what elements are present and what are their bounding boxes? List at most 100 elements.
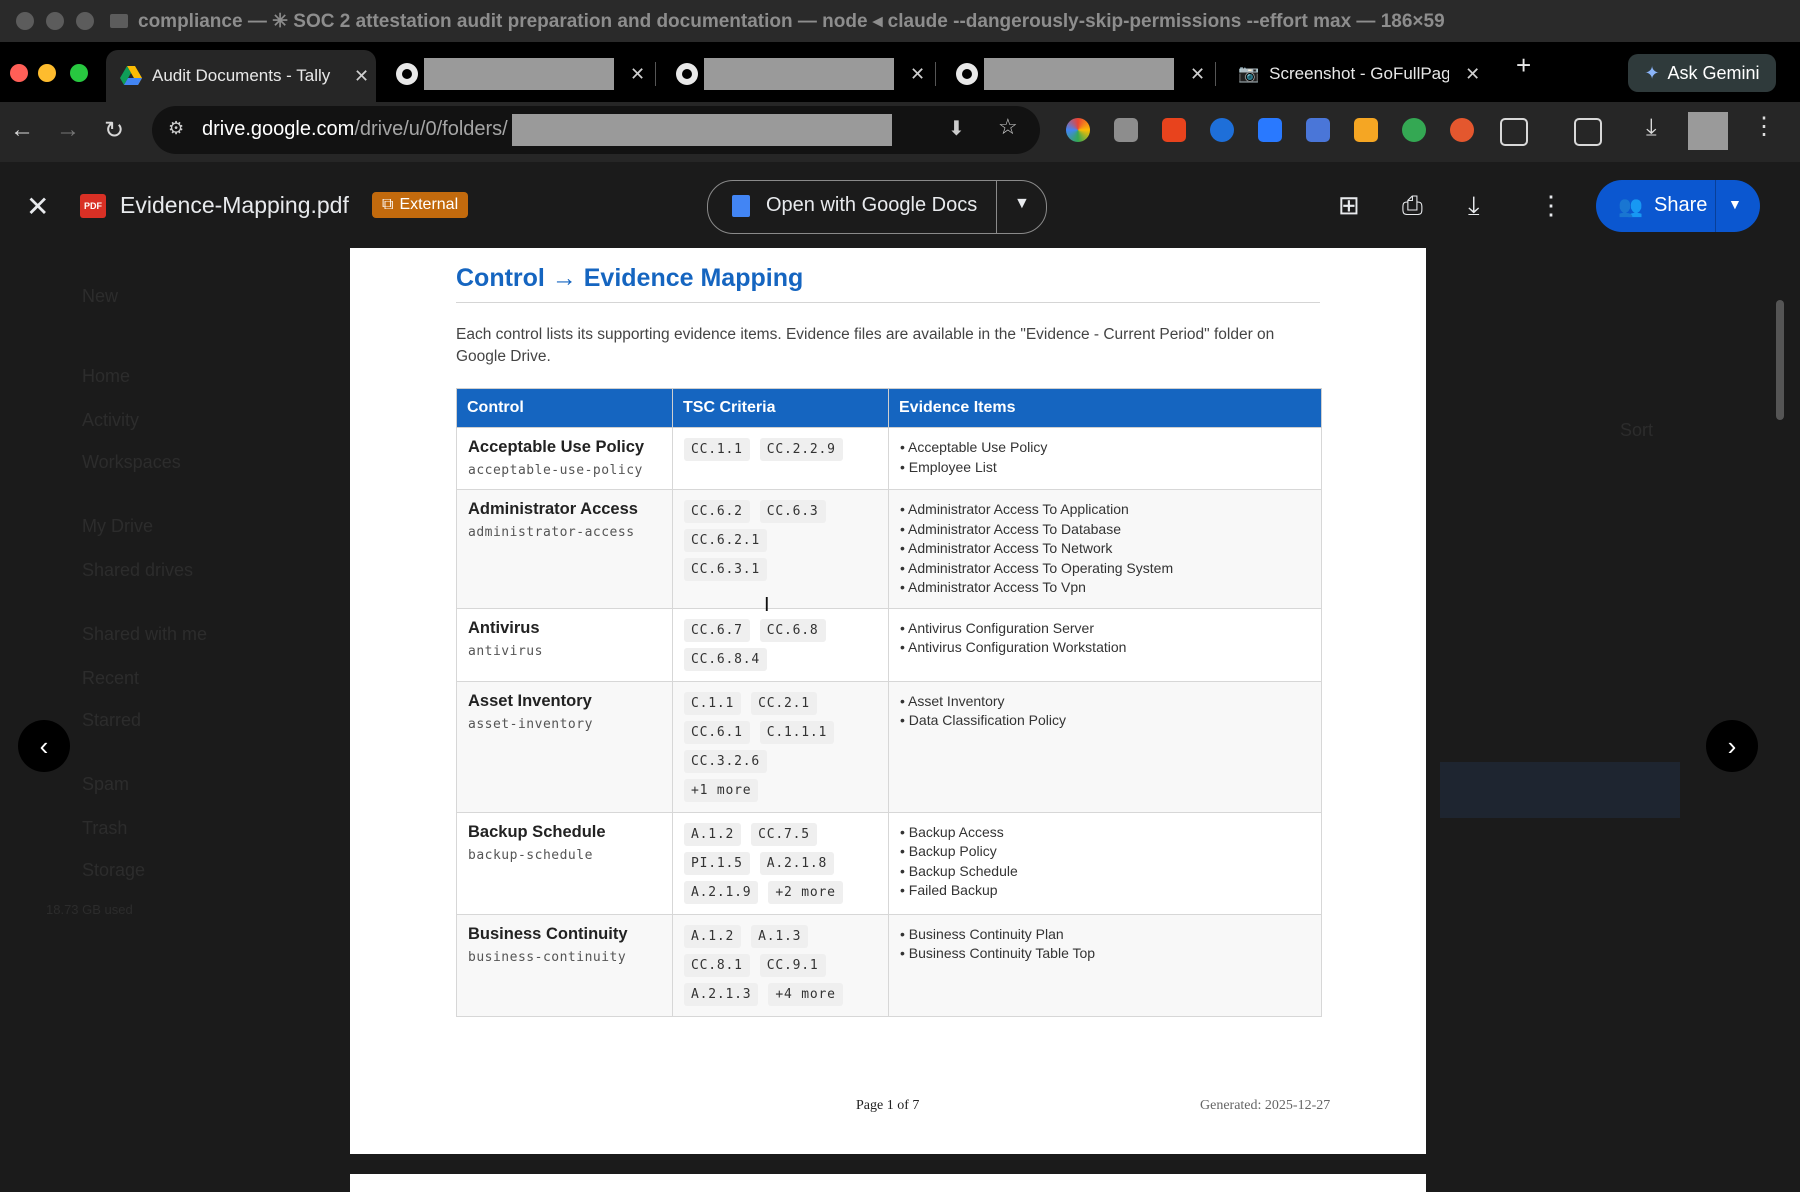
ask-gemini-button[interactable]: ✦ Ask Gemini: [1628, 54, 1776, 92]
close-tab-icon[interactable]: ✕: [1465, 64, 1480, 85]
evidence-cell: • Antivirus Configuration Server • Antivi…: [888, 607, 1322, 682]
scrollbar[interactable]: [1776, 300, 1784, 420]
document-title: Control → Evidence Mapping: [456, 264, 804, 292]
close-window-icon[interactable]: [10, 64, 28, 82]
tsc-chip: A.1.2: [684, 924, 742, 948]
control-cell: Acceptable Use Policy acceptable-use-poli…: [456, 427, 673, 490]
evidence-item: • Administrator Access To Network: [900, 540, 1113, 556]
tsc-chip: CC.6.1: [684, 720, 750, 744]
evidence-cell: • Asset Inventory • Data Classification P…: [888, 680, 1322, 813]
control-cell: Asset Inventory asset-inventory: [456, 680, 673, 813]
control-name: Asset Inventory: [468, 691, 592, 710]
tab-search-icon[interactable]: [1574, 118, 1602, 146]
forward-arrow-icon[interactable]: →: [56, 116, 80, 144]
drive-selected-row: [1440, 762, 1680, 818]
tsc-chip: A.1.3: [751, 924, 809, 948]
site-info-icon[interactable]: ⚙: [168, 118, 184, 139]
extension-bolt-icon[interactable]: [1258, 118, 1282, 142]
tab-audit-documents[interactable]: Audit Documents - Tally ✕: [106, 50, 376, 102]
tsc-chip: CC.2.1: [751, 691, 817, 715]
camera-icon: 📷: [1238, 64, 1260, 83]
tab-github-1[interactable]: ✕: [396, 50, 656, 98]
evidence-item: • Antivirus Configuration Server: [900, 619, 1095, 636]
close-tab-icon[interactable]: ✕: [1190, 64, 1205, 85]
evidence-item: • Data Classification Policy: [900, 712, 1066, 728]
tab-label: Screenshot - GoFullPag: [1269, 64, 1450, 83]
url-domain: drive.google.com: [202, 118, 355, 140]
close-tab-icon[interactable]: ✕: [910, 64, 925, 85]
external-badge-label: External: [399, 196, 459, 213]
evidence-item: • Asset Inventory: [900, 692, 1005, 709]
document-intro: Each control lists its supporting eviden…: [456, 326, 1275, 365]
add-comment-icon[interactable]: ⊞: [1338, 190, 1360, 221]
download-icon[interactable]: ⤓: [1468, 190, 1480, 222]
extension-camera-icon[interactable]: [1114, 118, 1138, 142]
evidence-item: • Administrator Access To Vpn: [900, 579, 1086, 595]
generated-date: Generated: 2025-12-27: [1200, 1098, 1331, 1113]
open-with-google-docs-button[interactable]: Open with Google Docs ▼: [707, 180, 1047, 234]
close-tab-icon[interactable]: ✕: [630, 64, 645, 85]
bookmark-star-icon[interactable]: ☆: [998, 114, 1018, 140]
evidence-item: • Administrator Access To Database: [900, 520, 1121, 537]
maximize-window-icon[interactable]: [70, 64, 88, 82]
evidence-item: • Business Continuity Plan: [900, 925, 1064, 942]
extension-translate-icon[interactable]: [1306, 118, 1330, 142]
reload-icon[interactable]: ↻: [104, 116, 124, 145]
chevron-down-icon[interactable]: ▼: [1014, 195, 1030, 213]
tab-github-2[interactable]: ✕: [676, 50, 936, 98]
table-row: Asset Inventory asset-inventory C.1.1 CC.2.…: [456, 680, 1322, 813]
extension-claude-icon[interactable]: [1450, 118, 1474, 142]
evidence-item: • Administrator Access To Application: [900, 501, 1129, 517]
tab-github-3[interactable]: ✕: [956, 50, 1216, 98]
drive-storage-text: 18.73 GB used: [46, 902, 133, 917]
previous-file-arrow-icon[interactable]: ‹: [18, 720, 70, 772]
share-button[interactable]: 👥 Share ▼: [1596, 180, 1760, 232]
tsc-chip: CC.6.3: [759, 500, 826, 523]
people-icon: 👥: [1618, 196, 1643, 218]
external-link-icon: ⧉: [382, 196, 394, 213]
criteria-cell: CC.6.2 CC.6.3 CC.6.2.1 CC.6.3.1: [672, 489, 889, 609]
more-options-icon[interactable]: ⋮: [1538, 190, 1564, 221]
extension-zapier-icon[interactable]: [1162, 118, 1186, 142]
tab-screenshot[interactable]: 📷 Screenshot - GoFullPag ✕: [1238, 50, 1488, 98]
drive-nav-item: Shared drives: [82, 560, 194, 580]
drive-nav-item: Shared with me: [82, 624, 208, 644]
browser-tab-bar: Audit Documents - Tally ✕ ✕ ✕ ✕ 📷 Screen…: [0, 42, 1800, 102]
share-label: Share: [1654, 194, 1708, 216]
back-arrow-icon[interactable]: ←: [10, 116, 34, 144]
downloads-icon[interactable]: ⤓: [1646, 114, 1657, 142]
drive-nav-item: Activity: [82, 410, 140, 430]
drive-nav-item: Trash: [82, 818, 128, 838]
control-id: backup-schedule: [468, 847, 593, 863]
table-row: Business Continuity business-continuity A.…: [456, 913, 1322, 1017]
extension-s-icon[interactable]: [1402, 118, 1426, 142]
url-path: /drive/u/0/folders/: [354, 118, 508, 140]
extension-copilot-icon[interactable]: [1210, 118, 1234, 142]
browser-menu-icon[interactable]: ⋮: [1752, 112, 1776, 141]
table-row: Backup Schedule backup-schedule A.1.2 CC.7.…: [456, 811, 1322, 915]
pdf-page-next: [350, 1174, 1426, 1192]
extensions-puzzle-icon[interactable]: [1500, 118, 1528, 146]
install-app-icon[interactable]: ⬇: [948, 116, 965, 141]
print-icon[interactable]: ⎙: [1402, 190, 1423, 222]
redacted-tab-title: [424, 58, 614, 90]
evidence-cell: • Business Continuity Plan • Business Con…: [888, 913, 1322, 1017]
extension-chrome-icon[interactable]: [1066, 118, 1090, 142]
github-icon: [676, 63, 698, 85]
new-tab-button[interactable]: +: [1516, 50, 1531, 81]
share-dropdown-icon[interactable]: ▼: [1728, 196, 1742, 212]
close-viewer-icon[interactable]: ✕: [26, 190, 49, 223]
next-file-arrow-icon[interactable]: ›: [1706, 720, 1758, 772]
drive-nav-item: My Drive: [82, 516, 153, 536]
control-cell: Backup Schedule backup-schedule: [456, 811, 673, 915]
minimize-window-icon[interactable]: [38, 64, 56, 82]
tsc-chip: CC.3.2.6: [684, 749, 768, 773]
profile-avatar[interactable]: [1688, 112, 1728, 150]
window-controls[interactable]: [16, 12, 94, 30]
github-icon: [396, 63, 418, 85]
evidence-item: • Business Continuity Table Top: [900, 945, 1096, 961]
close-tab-icon[interactable]: ✕: [354, 66, 369, 87]
extension-bell-icon[interactable]: [1354, 118, 1378, 142]
column-header: Control: [456, 388, 673, 428]
drive-nav-item: Workspaces: [82, 452, 181, 472]
